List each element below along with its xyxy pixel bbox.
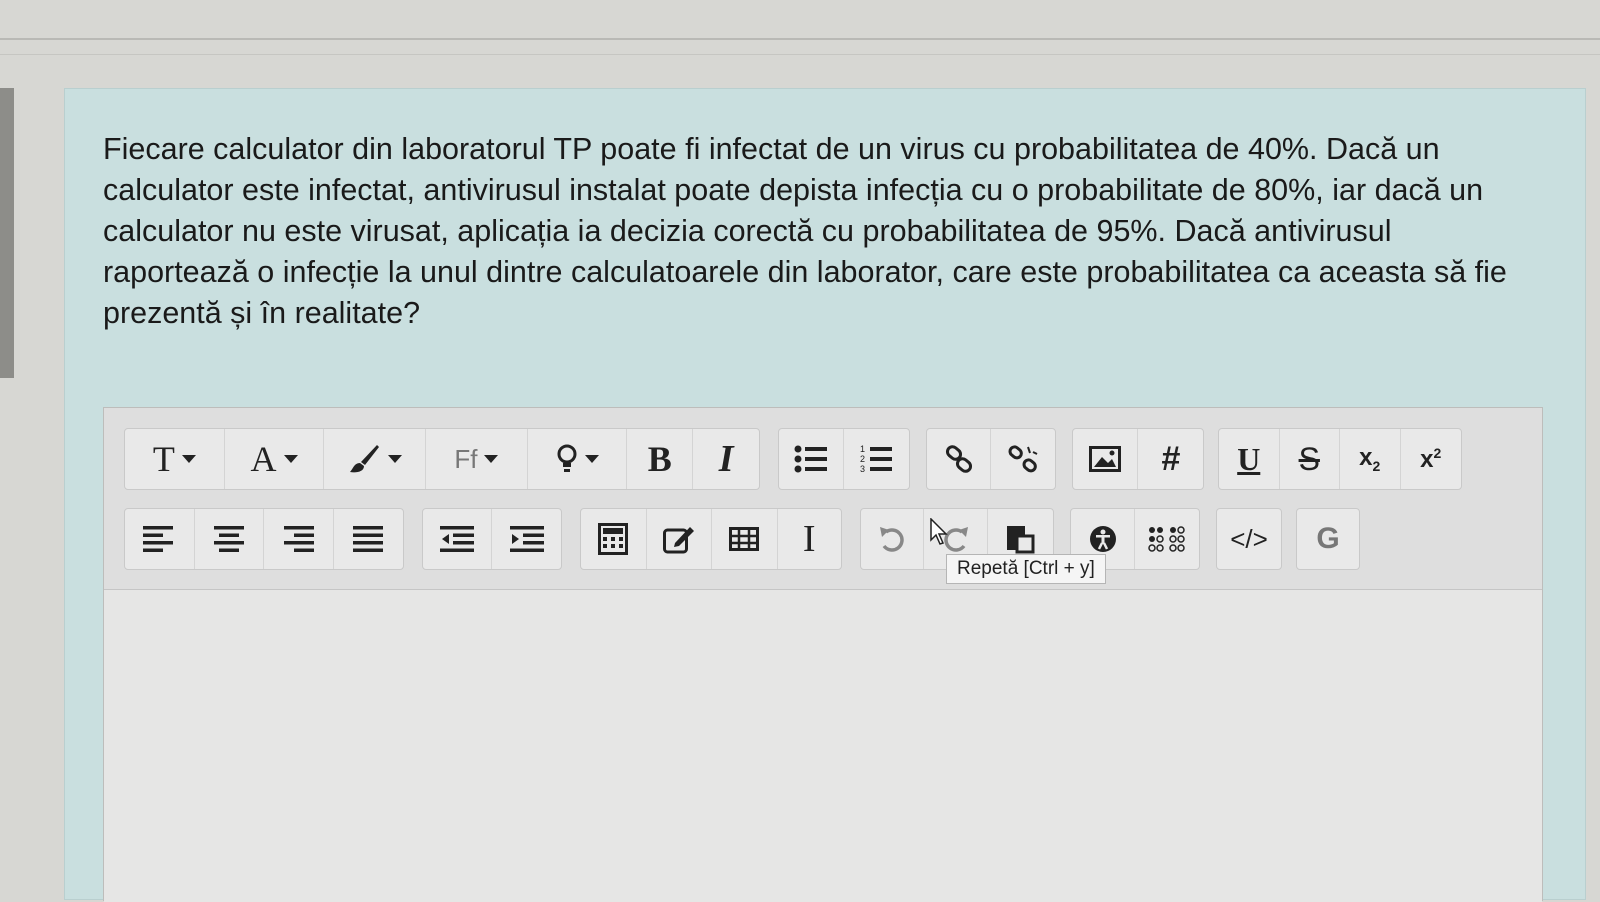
align-justify-icon [353, 526, 384, 552]
special-characters-button[interactable] [1135, 509, 1199, 569]
text-style-icon: T [152, 439, 175, 479]
link-group [926, 428, 1056, 490]
insert-image-button[interactable] [1073, 429, 1138, 489]
redo-tooltip: Repetă [Ctrl + y] [946, 554, 1106, 584]
insert-table-button[interactable] [712, 509, 778, 569]
italic-icon: I [718, 438, 734, 480]
underline-icon: U [1237, 440, 1261, 477]
answer-editor: T A Ff B I 1 2 3 # U S x2 x2 I </> G Rep… [103, 407, 1543, 902]
align-left-icon [143, 526, 174, 552]
font-family-dropdown[interactable]: Ff [426, 429, 528, 489]
braille-icon [1148, 526, 1185, 552]
media-group: # [1072, 428, 1204, 490]
bold-button[interactable]: B [627, 429, 694, 489]
unlink-button[interactable] [991, 429, 1055, 489]
edit-button[interactable] [647, 509, 712, 569]
link-icon [945, 445, 972, 473]
indent-icon [509, 526, 544, 552]
calculator-button[interactable] [581, 509, 647, 569]
align-center-button[interactable] [195, 509, 264, 569]
underline-button[interactable]: U [1219, 429, 1280, 489]
unlink-icon [1008, 445, 1038, 473]
top-divider-secondary [0, 54, 1600, 55]
font-family-icon: Ff [454, 443, 478, 474]
editor-content-area[interactable] [104, 590, 1542, 902]
text-style-dropdown[interactable]: T [125, 429, 225, 489]
undo-icon [880, 527, 904, 552]
align-right-icon [284, 526, 315, 552]
grammar-icon: G [1316, 522, 1340, 555]
italic-button[interactable]: I [693, 429, 759, 489]
chevron-down-icon [388, 455, 403, 463]
background-color-dropdown[interactable] [324, 429, 427, 489]
chevron-down-icon [181, 455, 196, 463]
alignment-group [124, 508, 404, 570]
accessibility-icon [1089, 526, 1116, 552]
format-group: T A Ff B I [124, 428, 760, 490]
subscript-icon: x2 [1359, 444, 1380, 474]
superscript-number: 2 [1433, 444, 1442, 461]
indent-button[interactable] [492, 509, 561, 569]
undo-button[interactable] [861, 509, 925, 569]
hash-icon: # [1161, 439, 1180, 478]
image-icon [1089, 446, 1121, 472]
text-cursor-button[interactable]: I [778, 509, 842, 569]
subscript-button[interactable]: x2 [1340, 429, 1401, 489]
chevron-down-icon [584, 455, 599, 463]
align-center-icon [213, 526, 244, 552]
outdent-button[interactable] [423, 509, 492, 569]
top-divider [0, 38, 1600, 40]
list-group: 1 2 3 [778, 428, 910, 490]
strikethrough-button[interactable]: S [1280, 429, 1340, 489]
left-scroll-edge [0, 88, 14, 378]
table-icon [729, 527, 760, 551]
superscript-icon: x2 [1420, 445, 1441, 474]
font-color-icon: A [250, 439, 277, 479]
bulleted-list-icon [794, 445, 827, 473]
svg-text:2: 2 [860, 454, 865, 464]
code-icon: </> [1230, 523, 1268, 554]
align-justify-button[interactable] [334, 509, 404, 569]
source-code-button[interactable]: </> [1217, 509, 1281, 569]
font-color-dropdown[interactable]: A [225, 429, 325, 489]
outdent-icon [440, 526, 474, 552]
numbered-list-icon: 1 2 3 [860, 444, 892, 474]
brush-icon [350, 445, 380, 473]
insert-link-button[interactable] [927, 429, 991, 489]
paragraph-style-dropdown[interactable] [528, 429, 628, 489]
numbered-list-button[interactable]: 1 2 3 [844, 429, 909, 489]
paste-icon [1007, 526, 1035, 554]
subscript-letter: x [1359, 444, 1373, 472]
bold-icon: B [647, 439, 672, 479]
subscript-number: 2 [1372, 457, 1381, 474]
text-decoration-group: U S x2 x2 [1218, 428, 1462, 490]
question-card: Fiecare calculator din laboratorul TP po… [64, 88, 1586, 902]
mouse-pointer-icon [930, 518, 948, 545]
editor-toolbar: T A Ff B I 1 2 3 # U S x2 x2 I </> G Rep… [104, 408, 1542, 590]
grammar-group: G [1296, 508, 1360, 570]
text-cursor-icon: I [802, 518, 816, 560]
superscript-button[interactable]: x2 [1401, 429, 1462, 489]
indent-group [422, 508, 562, 570]
align-right-button[interactable] [264, 509, 334, 569]
calculator-icon [598, 523, 629, 555]
strikethrough-icon: S [1298, 440, 1320, 477]
align-left-button[interactable] [125, 509, 195, 569]
bulleted-list-button[interactable] [779, 429, 844, 489]
question-text: Fiecare calculator din laboratorul TP po… [103, 132, 1507, 330]
grammar-check-button[interactable]: G [1297, 509, 1359, 569]
chevron-down-icon [484, 455, 499, 463]
insert-group: I [580, 508, 842, 570]
chevron-down-icon [283, 455, 298, 463]
source-group: </> [1216, 508, 1282, 570]
svg-text:1: 1 [860, 444, 865, 454]
svg-text:3: 3 [860, 464, 865, 474]
lightbulb-icon [557, 444, 577, 472]
insert-anchor-button[interactable]: # [1138, 429, 1203, 489]
edit-icon [662, 527, 694, 554]
superscript-letter: x [1420, 445, 1434, 473]
